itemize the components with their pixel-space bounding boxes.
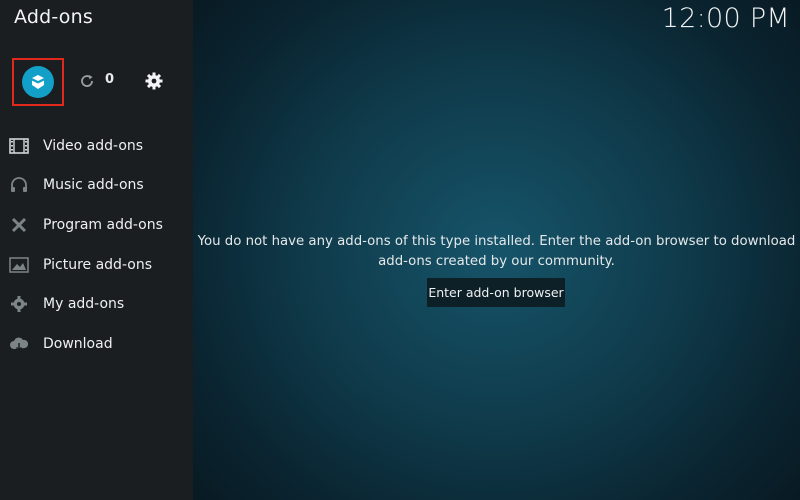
sidebar-item-program-addons[interactable]: Program add-ons bbox=[0, 205, 193, 245]
cloud-download-icon bbox=[9, 334, 29, 354]
page-title: Add-ons bbox=[14, 6, 93, 28]
message-line-1: You do not have any add-ons of this type… bbox=[197, 234, 796, 249]
sidebar-item-music-addons[interactable]: Music add-ons bbox=[0, 166, 193, 206]
addon-browser-button[interactable] bbox=[12, 58, 64, 106]
enter-addon-browser-button[interactable]: Enter add-on browser bbox=[427, 278, 565, 307]
headphones-icon bbox=[9, 175, 29, 195]
open-box-icon bbox=[22, 66, 54, 98]
sidebar-menu: Video add-ons Music add-ons Program add-… bbox=[0, 126, 193, 364]
sidebar-item-label: My add-ons bbox=[43, 296, 125, 313]
sidebar-item-label: Download bbox=[43, 335, 113, 352]
sidebar-item-download[interactable]: Download bbox=[0, 324, 193, 364]
tools-icon bbox=[9, 215, 29, 235]
picture-icon bbox=[9, 255, 29, 275]
sidebar-item-my-addons[interactable]: My add-ons bbox=[0, 284, 193, 324]
refresh-icon[interactable] bbox=[78, 72, 96, 90]
gear-icon[interactable] bbox=[144, 71, 164, 91]
toolbar: 0 bbox=[0, 56, 193, 106]
sidebar-item-label: Picture add-ons bbox=[43, 256, 152, 273]
sidebar-item-label: Program add-ons bbox=[43, 216, 163, 233]
sidebar-item-picture-addons[interactable]: Picture add-ons bbox=[0, 245, 193, 285]
clock: 12:00 PM bbox=[661, 3, 790, 34]
sidebar-item-label: Video add-ons bbox=[43, 137, 144, 154]
refresh-count: 0 bbox=[105, 72, 115, 87]
message-line-2: add-ons created by our community. bbox=[378, 253, 615, 269]
sidebar-item-label: Music add-ons bbox=[43, 177, 144, 194]
empty-state-message: You do not have any add-ons of this type… bbox=[193, 232, 800, 271]
sidebar: Add-ons 0 Video add-ons Music add-ons Pr… bbox=[0, 0, 193, 500]
sidebar-item-video-addons[interactable]: Video add-ons bbox=[0, 126, 193, 166]
main-content: You do not have any add-ons of this type… bbox=[193, 0, 800, 500]
gear-cog-icon bbox=[9, 294, 29, 314]
film-strip-icon bbox=[9, 136, 29, 156]
